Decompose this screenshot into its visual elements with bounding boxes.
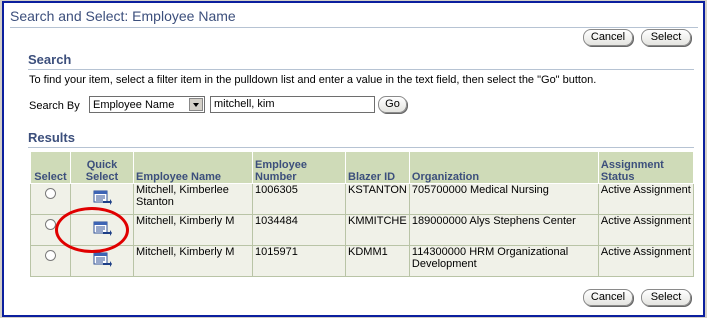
row-quick-select-cell <box>70 183 134 215</box>
employee-name-cell: Mitchell, Kimberlee Stanton <box>133 183 253 215</box>
assignment-status-cell: Active Assignment <box>597 245 695 277</box>
organization-cell: 114300000 HRM Organizational Development <box>408 245 599 277</box>
column-header-employee-name: Employee Name <box>133 151 253 184</box>
quick-select-icon[interactable] <box>92 252 112 268</box>
quick-select-icon[interactable] <box>92 221 112 237</box>
dialog-window: Search and Select: Employee Name Cancel … <box>2 1 705 317</box>
blazer-id-cell: KMMITCHE <box>345 214 410 246</box>
blazer-id-cell: KSTANTON <box>345 183 410 215</box>
employee-name-cell: Mitchell, Kimberly M <box>133 245 253 277</box>
organization-cell: 705700000 Medical Nursing <box>408 183 599 215</box>
select-radio[interactable] <box>45 219 56 230</box>
column-header-employee-number: Employee Number <box>252 151 346 184</box>
search-divider <box>28 69 694 70</box>
employee-number-cell: 1034484 <box>252 214 346 246</box>
row-select-cell <box>30 214 71 246</box>
table-row: Mitchell, Kimberly M 1015971 KDMM1 11430… <box>30 245 695 277</box>
search-heading: Search <box>28 52 72 67</box>
quick-select-icon[interactable] <box>92 190 112 206</box>
go-button[interactable]: Go <box>378 96 407 113</box>
search-by-label: Search By <box>29 100 80 112</box>
cancel-button-bottom[interactable]: Cancel <box>583 289 633 306</box>
employee-number-cell: 1015971 <box>252 245 346 277</box>
row-select-cell <box>30 245 71 277</box>
row-select-cell <box>30 183 71 215</box>
search-by-value: Employee Name <box>93 99 175 111</box>
cancel-button-top[interactable]: Cancel <box>583 29 633 46</box>
title-divider <box>10 27 698 28</box>
results-heading: Results <box>28 130 75 145</box>
table-row: Mitchell, Kimberlee Stanton 1006305 KSTA… <box>30 183 695 215</box>
results-divider <box>28 147 694 148</box>
search-by-select[interactable]: Employee Name <box>89 96 205 113</box>
column-header-assignment-status: Assignment Status <box>597 151 695 184</box>
page-title: Search and Select: Employee Name <box>10 8 236 24</box>
select-radio[interactable] <box>45 250 56 261</box>
select-button-top[interactable]: Select <box>641 29 691 46</box>
search-instructions: To find your item, select a filter item … <box>29 74 597 86</box>
chevron-down-icon[interactable] <box>189 98 203 111</box>
assignment-status-cell: Active Assignment <box>597 183 695 215</box>
select-radio[interactable] <box>45 188 56 199</box>
column-header-blazer-id: Blazer ID <box>345 151 410 184</box>
assignment-status-cell: Active Assignment <box>597 214 695 246</box>
employee-name-cell: Mitchell, Kimberly M <box>133 214 253 246</box>
column-header-organization: Organization <box>408 151 599 184</box>
row-quick-select-cell <box>70 245 134 277</box>
column-header-quick-select: Quick Select <box>70 151 134 184</box>
employee-number-cell: 1006305 <box>252 183 346 215</box>
organization-cell: 189000000 Alys Stephens Center <box>408 214 599 246</box>
blazer-id-cell: KDMM1 <box>345 245 410 277</box>
row-quick-select-cell <box>70 214 134 246</box>
search-input[interactable]: mitchell, kim <box>210 96 375 113</box>
select-button-bottom[interactable]: Select <box>641 289 691 306</box>
results-table: Select Quick Select Employee Name Employ… <box>30 151 695 277</box>
table-row: Mitchell, Kimberly M 1034484 KMMITCHE 18… <box>30 214 695 246</box>
column-header-select: Select <box>30 151 71 184</box>
